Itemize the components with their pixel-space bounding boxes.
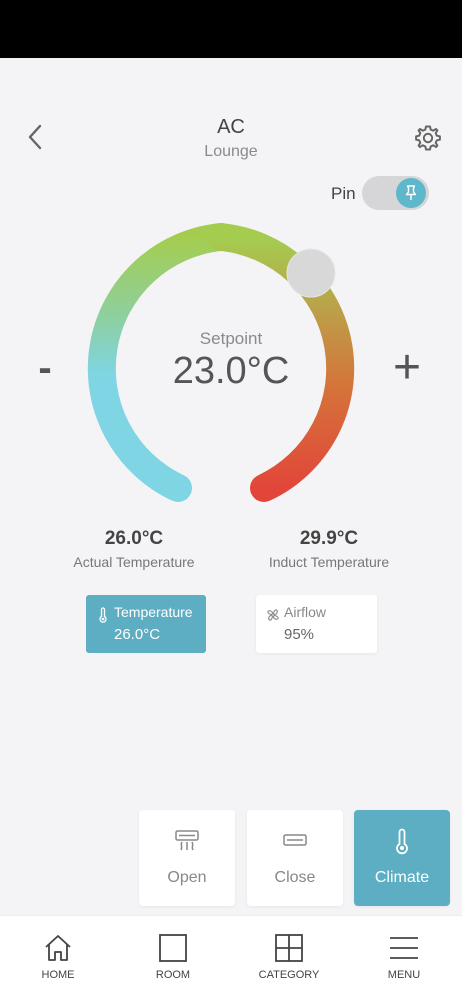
- airflow-card-label: Airflow: [284, 604, 327, 620]
- thermometer-icon: [396, 828, 408, 855]
- vent-open-icon: [175, 830, 199, 851]
- induct-temperature-value: 29.9°C: [299, 528, 359, 549]
- settings-button[interactable]: [412, 122, 444, 154]
- fan-icon: [267, 609, 279, 621]
- induct-temperature-reading: 29.9°C Induct Temperature: [239, 528, 419, 570]
- setpoint-dial: Setpoint 23.0°C - +: [0, 200, 462, 520]
- vent-close-icon: [283, 834, 307, 846]
- home-icon: [45, 935, 71, 961]
- nav-item-menu[interactable]: MENU: [359, 916, 449, 1000]
- page-title: AC: [217, 116, 245, 138]
- temperature-card-label: Temperature: [114, 604, 193, 620]
- airflow-card[interactable]: Airflow 95%: [256, 595, 377, 653]
- menu-icon: [390, 937, 418, 959]
- nav-label-category: CATEGORY: [258, 969, 320, 981]
- climate-button[interactable]: Climate: [354, 810, 450, 906]
- grid-icon: [275, 934, 303, 962]
- close-button[interactable]: Close: [247, 810, 343, 906]
- actual-temperature-value: 26.0°C: [104, 528, 164, 549]
- temperature-card-value: 26.0°C: [114, 626, 161, 643]
- nav-label-menu: MENU: [387, 969, 421, 981]
- close-button-label: Close: [274, 869, 316, 886]
- nav-label-room: ROOM: [155, 969, 191, 981]
- open-button[interactable]: Open: [139, 810, 235, 906]
- airflow-card-value: 95%: [284, 626, 315, 643]
- header: AC Lounge: [0, 58, 462, 188]
- gear-icon: [415, 125, 441, 151]
- increase-button[interactable]: +: [384, 344, 430, 392]
- status-bar: [0, 0, 462, 58]
- nav-item-category[interactable]: CATEGORY: [244, 916, 334, 1000]
- nav-item-room[interactable]: ROOM: [128, 916, 218, 1000]
- page-subtitle: Lounge: [204, 143, 258, 160]
- actual-temperature-label: Actual Temperature: [73, 554, 195, 570]
- actual-temperature-reading: 26.0°C Actual Temperature: [44, 528, 224, 570]
- nav-item-home[interactable]: HOME: [13, 916, 103, 1000]
- climate-button-label: Climate: [374, 869, 430, 886]
- nav-label-home: HOME: [41, 969, 75, 981]
- setpoint-knob: [286, 248, 336, 298]
- thermometer-icon: [99, 607, 107, 623]
- induct-temperature-label: Induct Temperature: [268, 554, 390, 570]
- bottom-nav: HOME ROOM CATEGORY MENU: [0, 915, 462, 1000]
- temperature-card[interactable]: Temperature 26.0°C: [86, 595, 206, 653]
- open-button-label: Open: [167, 869, 207, 886]
- decrease-button[interactable]: -: [30, 344, 60, 392]
- square-icon: [159, 934, 187, 962]
